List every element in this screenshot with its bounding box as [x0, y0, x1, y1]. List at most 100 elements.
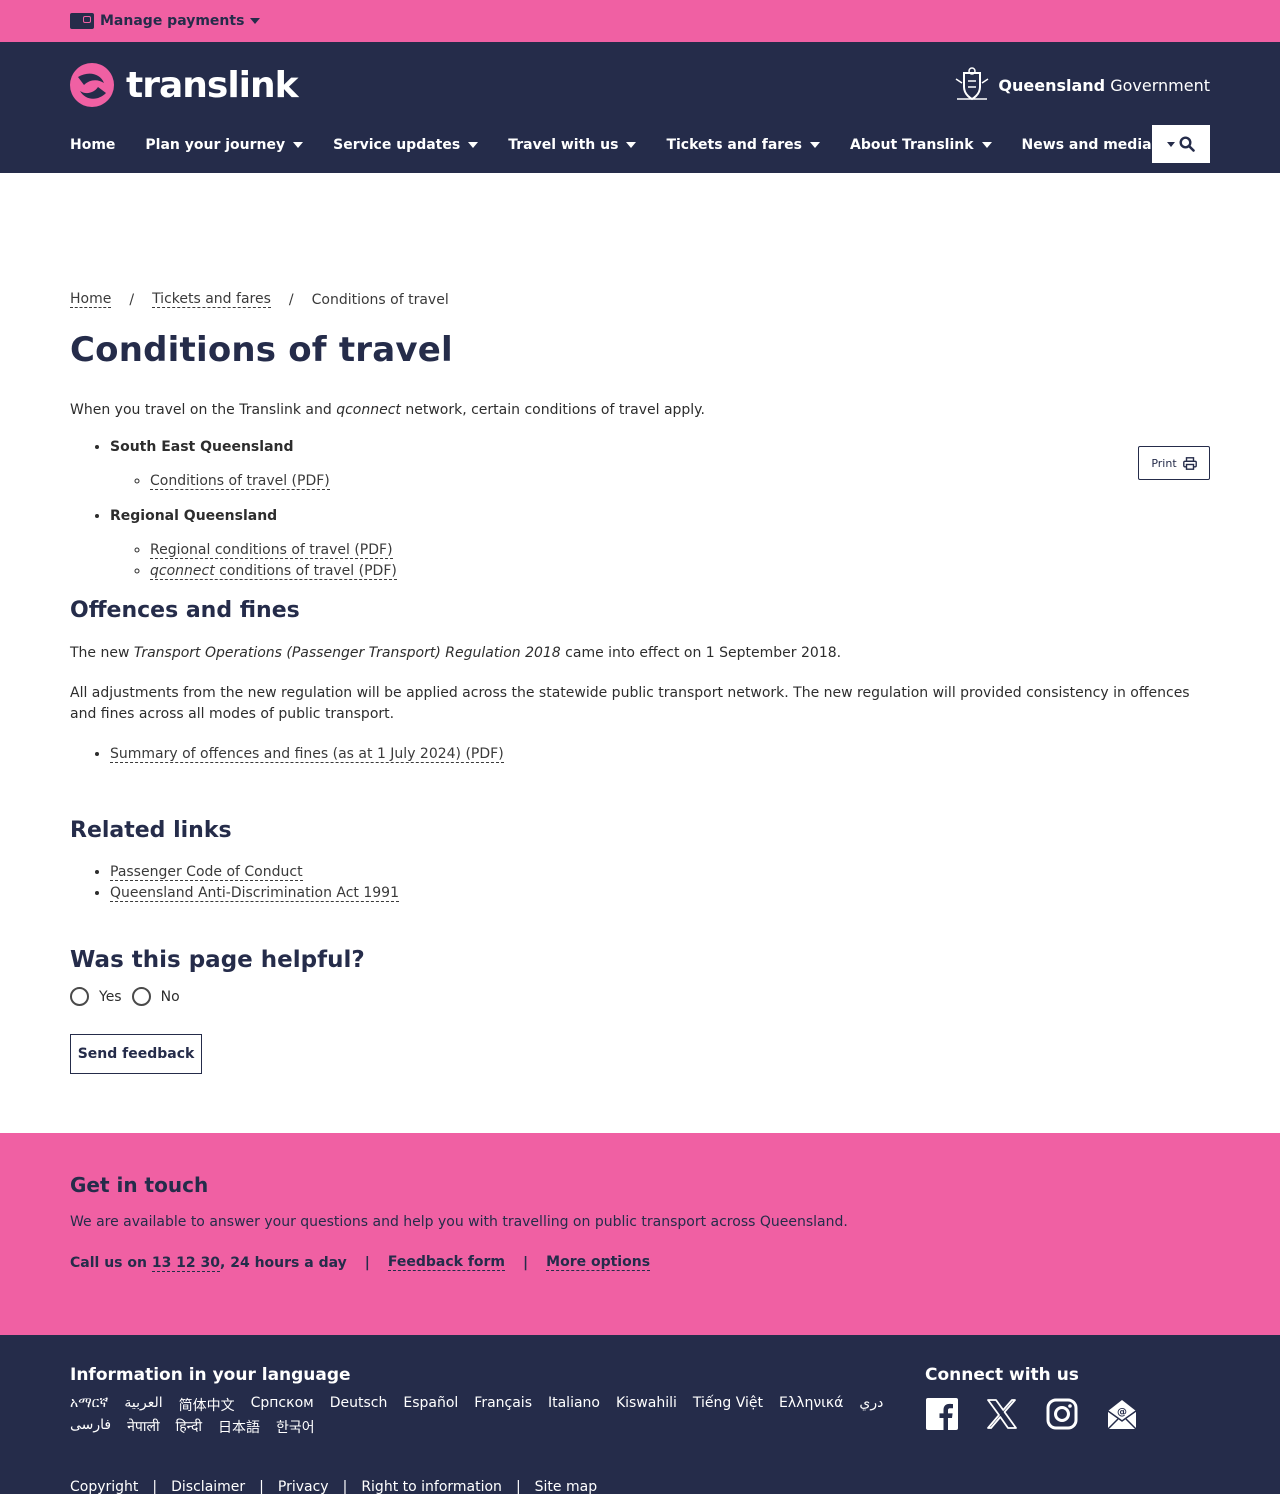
breadcrumb-separator: /	[129, 291, 135, 308]
nav-news-and-media[interactable]: News and media	[1022, 137, 1170, 153]
nav-tickets-and-fares[interactable]: Tickets and fares	[666, 137, 820, 153]
language-link[interactable]: Српском	[251, 1395, 314, 1415]
site-header: translink Queensland Government Home Pla…	[0, 42, 1280, 173]
language-link[interactable]: हिन्दी	[176, 1417, 202, 1437]
offences-paragraph-2: All adjustments from the new regulation …	[70, 685, 1190, 722]
language-link[interactable]: 简体中文	[179, 1395, 235, 1415]
language-link[interactable]: 한국어	[276, 1417, 315, 1437]
language-list: አማርኛ العربية 简体中文 Српском Deutsch Españo…	[70, 1395, 890, 1437]
email-icon: @	[1107, 1400, 1137, 1430]
get-in-touch-heading: Get in touch	[70, 1173, 209, 1197]
print-label: Print	[1151, 456, 1177, 470]
breadcrumb-tickets-and-fares[interactable]: Tickets and fares	[152, 291, 271, 308]
caret-down-icon	[981, 142, 992, 148]
offences-list: Summary of offences and fines (as at 1 J…	[110, 744, 1210, 765]
language-link[interactable]: Tiếng Việt	[693, 1395, 763, 1415]
queensland-government-logo[interactable]: Queensland Government	[952, 65, 1210, 105]
legal-links: Copyright | Disclaimer | Privacy | Right…	[70, 1479, 597, 1495]
breadcrumb-current: Conditions of travel	[311, 291, 449, 308]
translink-logo-icon	[70, 63, 114, 107]
separator: |	[523, 1254, 529, 1271]
caret-down-icon	[250, 18, 261, 24]
translink-logo[interactable]: translink	[70, 63, 299, 107]
separator: |	[515, 1479, 521, 1495]
language-link[interactable]: Français	[474, 1395, 532, 1415]
contact-options: Call us on 13 12 30, 24 hours a day | Fe…	[70, 1254, 1210, 1272]
language-link[interactable]: አማርኛ	[70, 1395, 108, 1415]
breadcrumb-separator: /	[288, 291, 294, 308]
separator: |	[364, 1254, 370, 1271]
print-icon	[1182, 456, 1197, 470]
main-nav: Home Plan your journey Service updates T…	[70, 125, 1170, 165]
instagram-link[interactable]	[1045, 1397, 1079, 1431]
phone-link[interactable]: 13 12 30	[151, 1254, 221, 1272]
x-icon	[987, 1399, 1017, 1429]
list-item: South East Queensland Conditions of trav…	[110, 439, 1210, 492]
language-link[interactable]: Español	[403, 1395, 458, 1415]
no-radio[interactable]	[131, 987, 151, 1006]
breadcrumb-home[interactable]: Home	[70, 291, 112, 308]
get-in-touch-text: We are available to answer your question…	[70, 1214, 848, 1230]
breadcrumb: Home / Tickets and fares / Conditions of…	[70, 291, 1210, 308]
regional-conditions-link[interactable]: Regional conditions of travel (PDF)	[150, 542, 393, 559]
language-link[interactable]: فارسی	[70, 1417, 111, 1437]
social-links: @	[925, 1397, 1139, 1431]
list-item: qconnect conditions of travel (PDF)	[150, 561, 1210, 582]
nav-plan-your-journey[interactable]: Plan your journey	[145, 137, 304, 153]
send-feedback-button[interactable]: Send feedback	[70, 1034, 202, 1074]
language-link[interactable]: 日本語	[218, 1417, 260, 1437]
connect-heading: Connect with us	[925, 1365, 1079, 1385]
language-link[interactable]: नेपाली	[127, 1417, 159, 1437]
nav-service-updates[interactable]: Service updates	[333, 137, 479, 153]
yes-radio[interactable]	[70, 987, 89, 1006]
search-icon	[1179, 136, 1195, 152]
language-link[interactable]: العربية	[124, 1395, 162, 1415]
helpful-options: Yes No	[70, 987, 1210, 1006]
instagram-icon	[1046, 1398, 1078, 1430]
get-in-touch-section: Get in touch We are available to answer …	[0, 1133, 1280, 1335]
offences-summary-link[interactable]: Summary of offences and fines (as at 1 J…	[110, 746, 504, 763]
anti-discrimination-act-link[interactable]: Queensland Anti-Discrimination Act 1991	[110, 885, 399, 902]
privacy-link[interactable]: Privacy	[278, 1479, 329, 1495]
seq-conditions-link[interactable]: Conditions of travel (PDF)	[150, 473, 330, 490]
caret-down-icon	[626, 142, 637, 148]
email-link[interactable]: @	[1105, 1397, 1139, 1431]
nav-home[interactable]: Home	[70, 137, 115, 153]
qconnect-conditions-link[interactable]: qconnect conditions of travel (PDF)	[150, 563, 397, 580]
related-links-heading: Related links	[70, 818, 232, 843]
nav-travel-with-us[interactable]: Travel with us	[508, 137, 637, 153]
disclaimer-link[interactable]: Disclaimer	[171, 1479, 245, 1495]
offences-heading: Offences and fines	[70, 598, 300, 623]
translink-logo-text: translink	[126, 64, 299, 106]
caret-down-icon	[1167, 141, 1175, 147]
card-icon	[70, 13, 94, 29]
feedback-form-link[interactable]: Feedback form	[387, 1254, 506, 1271]
x-link[interactable]	[985, 1397, 1019, 1431]
site-footer: Information in your language አማርኛ العربي…	[0, 1335, 1280, 1495]
list-item: Regional conditions of travel (PDF)	[150, 540, 1210, 561]
copyright-link[interactable]: Copyright	[70, 1479, 138, 1495]
language-link[interactable]: Kiswahili	[616, 1395, 677, 1415]
helpful-heading: Was this page helpful?	[70, 947, 365, 973]
print-button[interactable]: Print	[1138, 446, 1210, 480]
language-link[interactable]: دري	[859, 1395, 883, 1415]
more-options-link[interactable]: More options	[546, 1254, 651, 1271]
search-button[interactable]	[1152, 125, 1210, 163]
utility-bar: Manage payments	[0, 0, 1280, 42]
right-to-information-link[interactable]: Right to information	[361, 1479, 502, 1495]
list-item: Conditions of travel (PDF)	[150, 471, 1210, 492]
language-link[interactable]: Ελληνικά	[779, 1395, 843, 1415]
main-content: Home / Tickets and fares / Conditions of…	[0, 173, 1280, 1074]
manage-payments-button[interactable]: Manage payments	[70, 13, 261, 29]
separator: |	[259, 1479, 264, 1495]
nav-about-translink[interactable]: About Translink	[850, 137, 992, 153]
list-item: Passenger Code of Conduct	[110, 862, 1210, 883]
passenger-code-link[interactable]: Passenger Code of Conduct	[110, 864, 303, 881]
site-map-link[interactable]: Site map	[535, 1479, 597, 1495]
queensland-government-text: Queensland Government	[998, 75, 1210, 95]
language-link[interactable]: Deutsch	[330, 1395, 388, 1415]
facebook-link[interactable]	[925, 1397, 959, 1431]
language-link[interactable]: Italiano	[548, 1395, 600, 1415]
separator: |	[342, 1479, 348, 1495]
region-seq: South East Queensland	[110, 439, 294, 455]
